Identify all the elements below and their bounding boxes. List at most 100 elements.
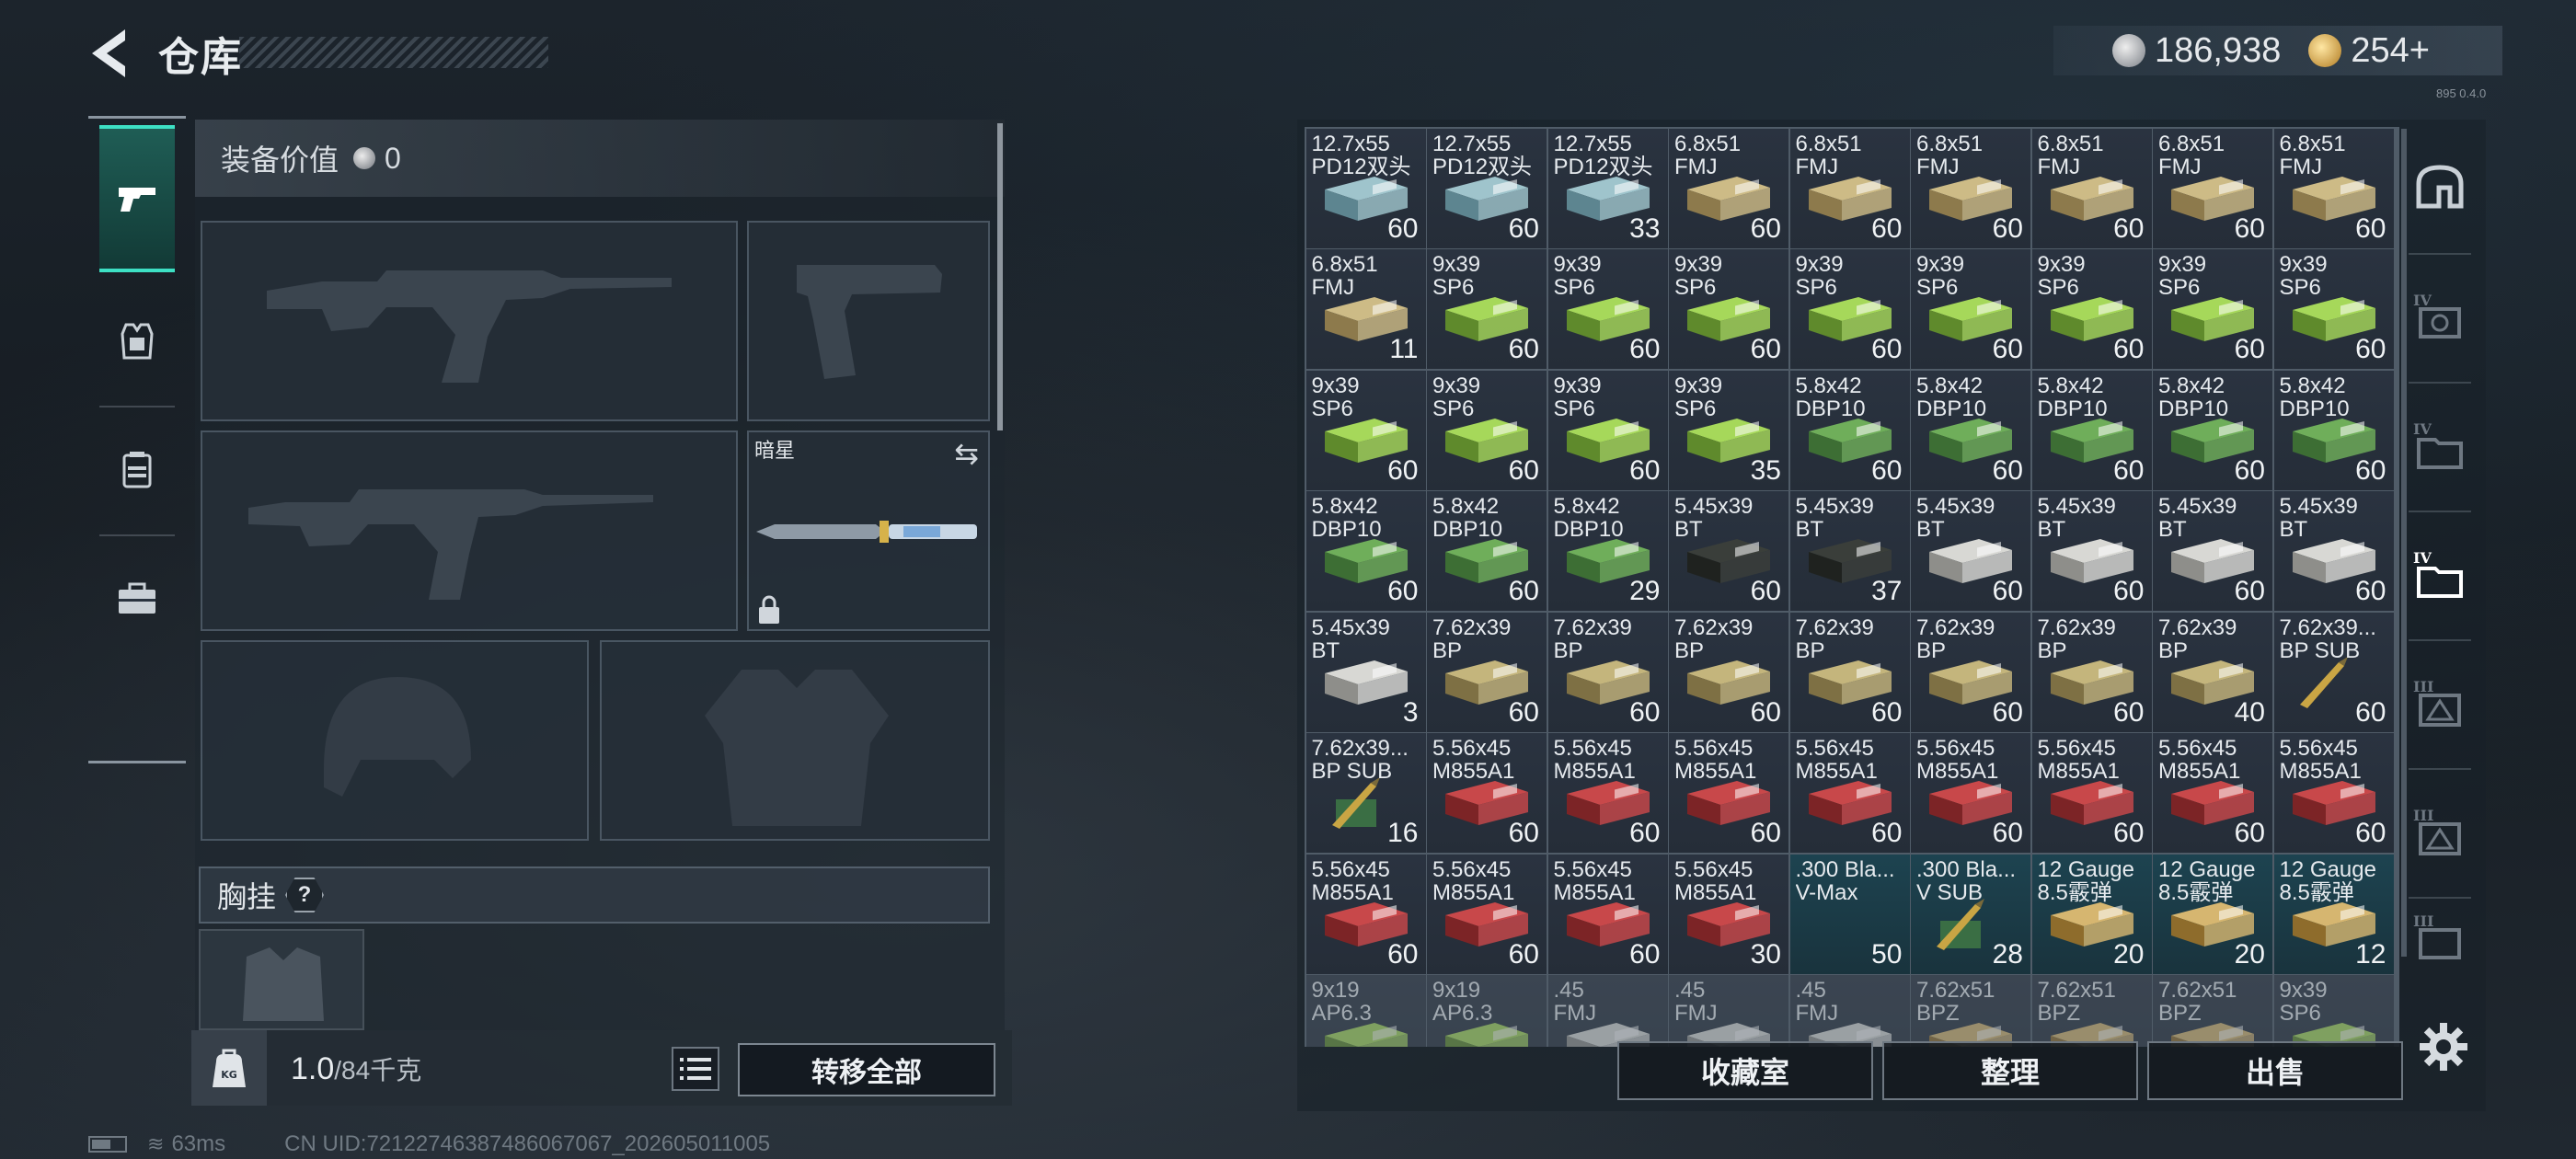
stash-item[interactable]: 5.56x45 M855A1 60 <box>1911 733 2030 853</box>
stash-item[interactable]: 9x39 SP6 60 <box>1427 249 1547 369</box>
stash-item[interactable]: 6.8x51 FMJ 60 <box>1789 128 1910 248</box>
sell-button[interactable]: 出售 <box>2147 1041 2403 1100</box>
stash-item[interactable]: 5.45x39 BT 60 <box>2273 491 2394 611</box>
gold-amount[interactable]: 254+ <box>2351 31 2430 71</box>
stash-item[interactable]: 7.62x51 BPZ <box>2031 975 2152 1047</box>
stash-item[interactable]: 5.8x42 DBP10 60 <box>2031 370 2152 490</box>
stash-item[interactable]: 7.62x39 BP 60 <box>1547 612 1668 732</box>
stash-item[interactable]: 12 Gauge 8.5霰弹 20 <box>2153 854 2272 974</box>
stash-item[interactable]: 7.62x39... BP SUB 60 <box>2273 612 2394 732</box>
chest-rig-slot[interactable] <box>199 929 364 1030</box>
stash-item[interactable]: 6.8x51 FMJ 60 <box>2031 128 2152 248</box>
stash-item[interactable]: 5.56x45 M855A1 60 <box>2153 733 2272 853</box>
stash-item[interactable]: 9x39 SP6 60 <box>1911 249 2030 369</box>
melee-slot[interactable]: 暗星 ⇆ <box>747 430 990 631</box>
stash-item[interactable]: 5.56x45 M855A1 60 <box>1305 854 1426 974</box>
stash-item[interactable]: 9x39 SP6 60 <box>1789 249 1910 369</box>
stash-tab-tier3-a[interactable]: III <box>2396 644 2484 763</box>
stash-item[interactable]: 9x19 AP6.3 <box>1427 975 1547 1047</box>
stash-item[interactable]: 9x39 SP6 60 <box>1669 249 1788 369</box>
stash-item[interactable]: 5.45x39 BT 60 <box>1911 491 2030 611</box>
loadout-scrollbar[interactable] <box>997 123 1003 430</box>
stash-item[interactable]: 7.62x39... BP SUB 16 <box>1305 733 1426 853</box>
transfer-all-button[interactable]: 转移全部 <box>738 1043 995 1096</box>
stash-tab-all[interactable] <box>2396 129 2484 248</box>
collection-room-button[interactable]: 收藏室 <box>1617 1041 1873 1100</box>
primary-weapon-slot-1[interactable] <box>201 221 738 421</box>
stash-item[interactable]: 5.8x42 DBP10 60 <box>1427 491 1547 611</box>
stash-item[interactable]: 12 Gauge 8.5霰弹 12 <box>2273 854 2394 974</box>
stash-item[interactable]: 7.62x51 BPZ <box>1911 975 2030 1047</box>
tab-weapons[interactable] <box>99 125 175 272</box>
stash-item[interactable]: 5.8x42 DBP10 60 <box>1789 370 1910 490</box>
stash-item[interactable]: 5.56x45 M855A1 60 <box>2273 733 2394 853</box>
stash-item[interactable]: 5.8x42 DBP10 60 <box>1305 491 1426 611</box>
stash-item[interactable]: 7.62x39 BP 60 <box>2031 612 2152 732</box>
list-view-button[interactable] <box>672 1047 719 1091</box>
stash-item[interactable]: 6.8x51 FMJ 60 <box>2273 128 2394 248</box>
stash-item[interactable]: 7.62x51 BPZ <box>2153 975 2272 1047</box>
stash-item[interactable]: 5.56x45 M855A1 60 <box>1547 733 1668 853</box>
tab-armor[interactable] <box>99 291 175 392</box>
stash-item[interactable]: 9x39 SP6 60 <box>1305 370 1426 490</box>
stash-item[interactable]: 5.56x45 M855A1 60 <box>1789 733 1910 853</box>
body-armor-slot[interactable] <box>600 640 990 841</box>
stash-item[interactable]: 5.56x45 M855A1 60 <box>2031 733 2152 853</box>
back-button[interactable] <box>85 26 140 81</box>
stash-item[interactable]: 5.45x39 BT 37 <box>1789 491 1910 611</box>
stash-item[interactable]: 6.8x51 FMJ 60 <box>2153 128 2272 248</box>
tab-secure-case[interactable] <box>99 548 175 649</box>
swap-icon[interactable]: ⇆ <box>954 436 979 471</box>
stash-item[interactable]: 9x39 SP6 <box>2273 975 2394 1047</box>
stash-item[interactable]: 9x39 SP6 60 <box>1427 370 1547 490</box>
stash-item[interactable]: 6.8x51 FMJ 11 <box>1305 249 1426 369</box>
stash-item[interactable]: 5.56x45 M855A1 60 <box>1669 733 1788 853</box>
stash-item[interactable]: 9x39 SP6 60 <box>2273 249 2394 369</box>
stash-item[interactable]: 12 Gauge 8.5霰弹 20 <box>2031 854 2152 974</box>
stash-item[interactable]: .300 Bla... V-Max 50 <box>1789 854 1910 974</box>
stash-item[interactable]: 5.45x39 BT 60 <box>2153 491 2272 611</box>
stash-item[interactable]: .45 FMJ <box>1547 975 1668 1047</box>
stash-item[interactable]: 12.7x55 PD12双头 60 <box>1305 128 1426 248</box>
stash-tab-tier3-c[interactable]: III <box>2396 901 2484 975</box>
sidearm-slot[interactable] <box>747 221 990 421</box>
stash-item[interactable]: .45 FMJ <box>1669 975 1788 1047</box>
stash-item[interactable]: 6.8x51 FMJ 60 <box>1669 128 1788 248</box>
stash-item[interactable]: 5.56x45 M855A1 30 <box>1669 854 1788 974</box>
stash-tab-tier3-b[interactable]: III <box>2396 773 2484 892</box>
stash-item[interactable]: .45 FMJ <box>1789 975 1910 1047</box>
stash-item[interactable]: 5.45x39 BT 3 <box>1305 612 1426 732</box>
stash-tab-tier4-folder-active[interactable]: IV <box>2396 515 2484 635</box>
stash-item[interactable]: 5.8x42 DBP10 29 <box>1547 491 1668 611</box>
stash-item[interactable]: 9x19 AP6.3 <box>1305 975 1426 1047</box>
stash-item[interactable]: 5.56x45 M855A1 60 <box>1547 854 1668 974</box>
stash-item[interactable]: 7.62x39 BP 60 <box>1789 612 1910 732</box>
stash-item[interactable]: 12.7x55 PD12双头 33 <box>1547 128 1668 248</box>
stash-tab-tier4-folder[interactable]: IV <box>2396 386 2484 506</box>
stash-item[interactable]: 5.45x39 BT 60 <box>1669 491 1788 611</box>
stash-item[interactable]: 7.62x39 BP 60 <box>1669 612 1788 732</box>
stash-item[interactable]: 9x39 SP6 60 <box>1547 370 1668 490</box>
stash-item[interactable]: 9x39 SP6 35 <box>1669 370 1788 490</box>
stash-item[interactable]: 5.56x45 M855A1 60 <box>1427 854 1547 974</box>
stash-item[interactable]: .300 Bla... V SUB 28 <box>1911 854 2030 974</box>
stash-item[interactable]: 7.62x39 BP 60 <box>1911 612 2030 732</box>
stash-item[interactable]: 7.62x39 BP 40 <box>2153 612 2272 732</box>
settings-button[interactable] <box>2418 1021 2469 1073</box>
stash-item[interactable]: 5.8x42 DBP10 60 <box>1911 370 2030 490</box>
stash-item[interactable]: 5.45x39 BT 60 <box>2031 491 2152 611</box>
sort-button[interactable]: 整理 <box>1882 1041 2138 1100</box>
stash-item[interactable]: 7.62x39 BP 60 <box>1427 612 1547 732</box>
stash-item[interactable]: 6.8x51 FMJ 60 <box>1911 128 2030 248</box>
helmet-slot[interactable] <box>201 640 589 841</box>
stash-item[interactable]: 9x39 SP6 60 <box>1547 249 1668 369</box>
stash-item[interactable]: 12.7x55 PD12双头 60 <box>1427 128 1547 248</box>
stash-item[interactable]: 9x39 SP6 60 <box>2031 249 2152 369</box>
stash-tab-tier4-case[interactable]: IV <box>2396 258 2484 377</box>
stash-item[interactable]: 5.8x42 DBP10 60 <box>2153 370 2272 490</box>
tab-backpack[interactable] <box>99 419 175 521</box>
stash-item[interactable]: 9x39 SP6 60 <box>2153 249 2272 369</box>
primary-weapon-slot-2[interactable] <box>201 430 738 631</box>
stash-item[interactable]: 5.8x42 DBP10 60 <box>2273 370 2394 490</box>
help-icon[interactable]: ? <box>285 878 325 912</box>
